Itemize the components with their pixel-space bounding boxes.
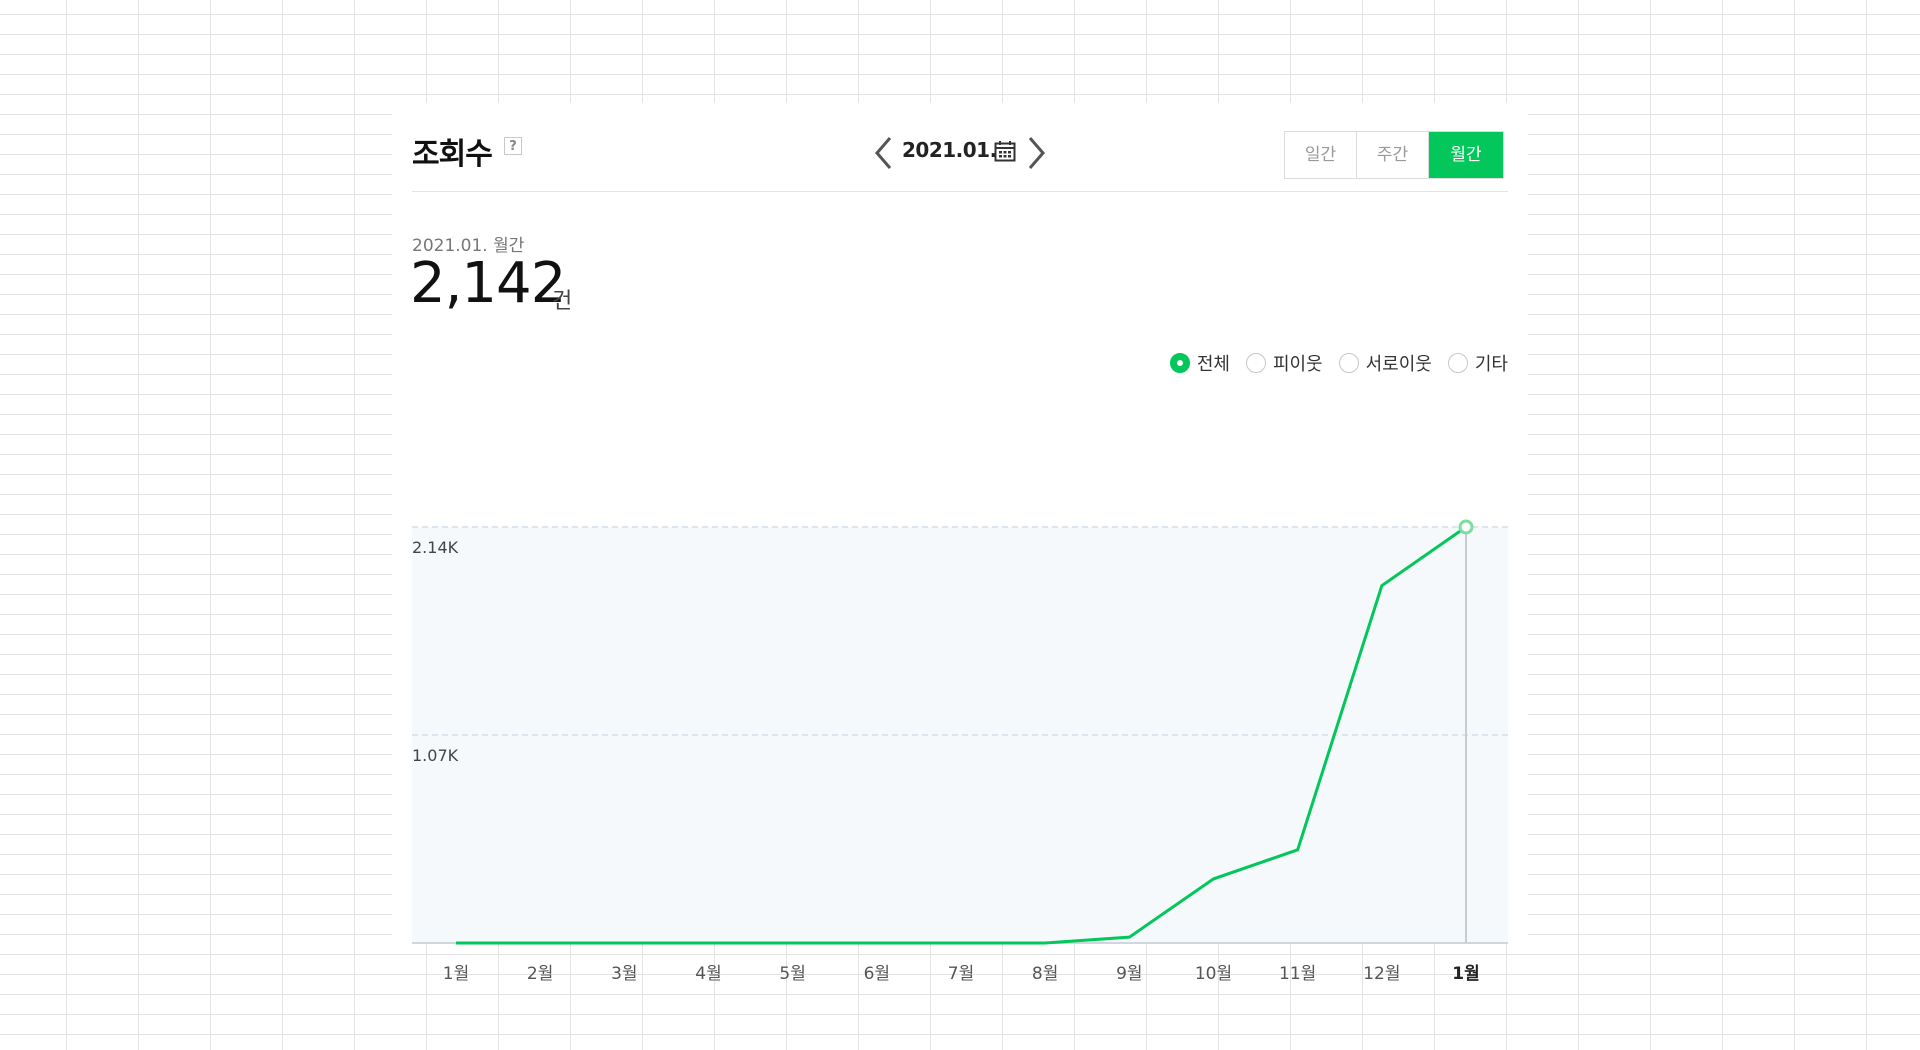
x-tick-label: 11월 xyxy=(1279,964,1316,983)
current-date: 2021.01. xyxy=(902,138,997,162)
calendar-icon[interactable] xyxy=(994,140,1016,166)
x-tick-label: 9월 xyxy=(1116,964,1142,983)
x-tick-label: 5월 xyxy=(779,964,805,983)
filter-neighbor[interactable]: 피이웃 xyxy=(1245,350,1323,376)
x-tick-label: 12월 xyxy=(1363,964,1400,983)
radio-icon[interactable] xyxy=(1245,353,1266,373)
filter-other[interactable]: 기타 xyxy=(1447,350,1508,376)
filter-label: 기타 xyxy=(1474,354,1508,375)
date-navigator: 2021.01. xyxy=(872,131,1052,175)
radio-icon[interactable] xyxy=(1447,353,1468,373)
filter-mutual-neighbor[interactable]: 서로이웃 xyxy=(1338,350,1432,376)
filter-all[interactable]: 전체 xyxy=(1169,350,1230,376)
filter-label: 피이웃 xyxy=(1272,354,1323,375)
header-divider xyxy=(412,191,1508,192)
chevron-left-icon[interactable] xyxy=(872,135,896,171)
y-tick-label: 1.07K xyxy=(412,746,459,765)
tab-monthly[interactable]: 월간 xyxy=(1429,132,1503,178)
tab-daily[interactable]: 일간 xyxy=(1285,132,1357,178)
visitor-filter-group: 전체 피이웃 서로이웃 기타 xyxy=(1169,350,1508,376)
data-point xyxy=(1458,519,1474,535)
tab-weekly[interactable]: 주간 xyxy=(1357,132,1429,178)
chevron-right-icon[interactable] xyxy=(1024,135,1048,171)
summary-total-value: 2,142 xyxy=(410,251,566,316)
radio-checked-icon[interactable] xyxy=(1169,353,1190,373)
help-icon[interactable]: ? xyxy=(504,137,522,155)
period-toggle: 일간 주간 월간 xyxy=(1284,131,1504,179)
filter-label: 서로이웃 xyxy=(1365,354,1432,375)
x-tick-label: 10월 xyxy=(1195,964,1232,983)
x-tick-label: 6월 xyxy=(864,964,890,983)
x-tick-label: 1월 xyxy=(443,964,469,983)
x-tick-label: 8월 xyxy=(1032,964,1058,983)
y-tick-label: 2.14K xyxy=(412,538,459,557)
x-tick-label: 2월 xyxy=(527,964,553,983)
summary-unit: 건 xyxy=(552,289,573,314)
x-tick-label: 4월 xyxy=(695,964,721,983)
filter-label: 전체 xyxy=(1196,354,1230,375)
views-line-chart: 1.07K2.14K1월2월3월4월5월6월7월8월9월10월11월12월1월'… xyxy=(412,519,1508,983)
x-tick-label: 3월 xyxy=(611,964,637,983)
x-tick-label: 1월 xyxy=(1452,964,1479,983)
page-title: 조회수 xyxy=(412,137,493,172)
x-tick-label: 7월 xyxy=(948,964,974,983)
views-card: 조회수 ? 2021.01. 일간 주간 월간 2021.01. 월간 2,14… xyxy=(392,103,1528,983)
radio-icon[interactable] xyxy=(1338,353,1359,373)
